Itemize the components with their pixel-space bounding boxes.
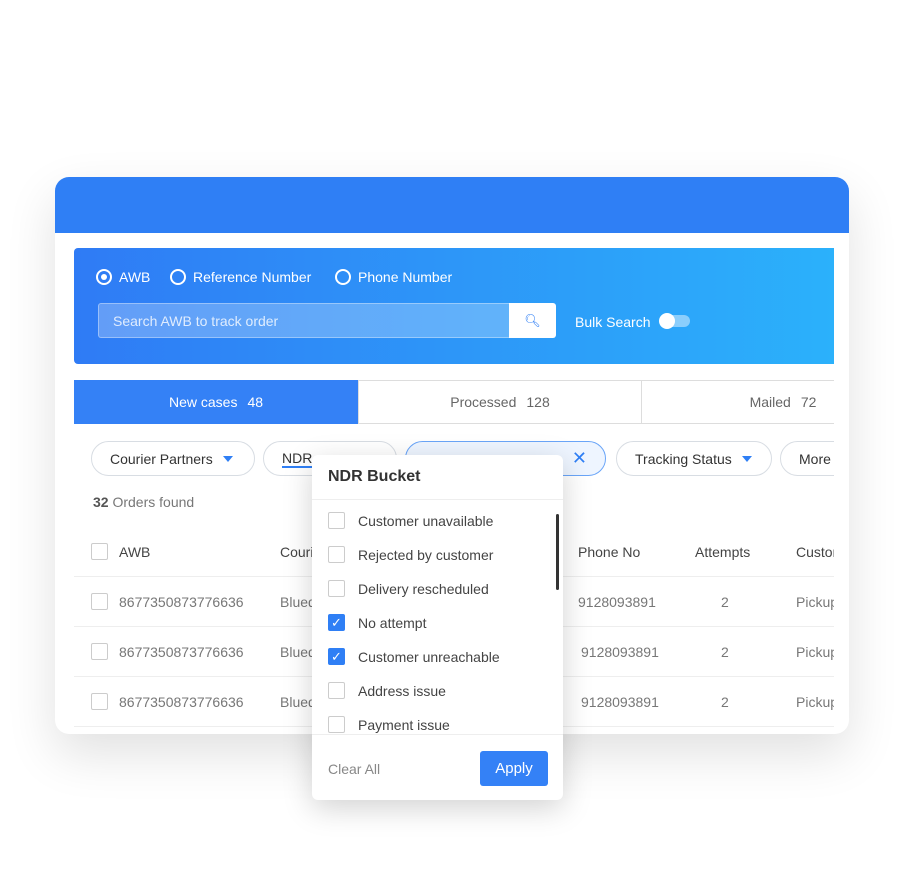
checkbox[interactable] [328, 546, 345, 563]
row-checkbox[interactable] [91, 693, 108, 710]
search-button[interactable]: 🔍︎ [509, 303, 556, 338]
option-label: Address issue [358, 682, 446, 699]
bulk-search-label: Bulk Search [575, 314, 651, 330]
tab-label: Mailed [749, 394, 791, 410]
phone-cell: 9128093891 [581, 694, 659, 710]
orders-suffix: Orders found [112, 494, 195, 510]
scrollbar[interactable] [556, 514, 559, 590]
chevron-down-icon [222, 455, 233, 462]
row-checkbox[interactable] [91, 643, 108, 660]
tab-new-cases[interactable]: New cases 48 [74, 380, 358, 424]
awb-cell: 8677350873776636 [119, 694, 244, 710]
ndr-options-list: Customer unavailable Rejected by custome… [312, 499, 563, 735]
tab-label: New cases [168, 394, 238, 410]
header-band [55, 177, 849, 233]
option-label: Delivery rescheduled [358, 580, 489, 597]
tab-count: 72 [800, 394, 817, 410]
filter-label: Tracking Status [635, 450, 732, 467]
option-label: Rejected by customer [358, 546, 494, 563]
close-icon[interactable]: ✕ [572, 448, 587, 469]
column-header: AWB [119, 544, 151, 560]
chevron-down-icon [741, 455, 752, 462]
filter-label: NDR [282, 449, 313, 468]
radio-phone-number[interactable]: Phone Number [335, 269, 452, 285]
check-icon: ✓ [331, 648, 342, 664]
checkbox[interactable] [328, 580, 345, 597]
tab-label: Processed [450, 394, 517, 410]
tab-count: 48 [247, 394, 264, 410]
column-header: Phone No [578, 544, 641, 560]
filter-label: Courier Partners [110, 450, 213, 467]
checkbox[interactable] [328, 682, 345, 699]
search-panel: AWB Reference Number Phone Number Search… [74, 248, 834, 364]
ndr-bucket-dropdown: NDR Bucket Customer unavailable Rejected… [312, 455, 563, 800]
awb-cell: 8677350873776636 [119, 644, 244, 660]
radio-awb[interactable]: AWB [96, 269, 150, 285]
checkbox[interactable] [328, 512, 345, 529]
dropdown-title: NDR Bucket [328, 468, 421, 485]
search-input[interactable]: Search AWB to track order [98, 303, 510, 338]
search-icon: 🔍︎ [524, 312, 541, 328]
customer-cell: Pickup [796, 594, 834, 610]
phone-cell: 9128093891 [578, 594, 656, 610]
option-payment-issue[interactable]: Payment issue [328, 716, 450, 733]
courier-partners-filter[interactable]: Courier Partners [91, 441, 255, 476]
tracking-status-filter[interactable]: Tracking Status [616, 441, 772, 476]
bulk-search-toggle[interactable] [659, 313, 690, 329]
option-address-issue[interactable]: Address issue [328, 682, 446, 699]
attempts-cell: 2 [721, 694, 729, 710]
option-label: Customer unreachable [358, 648, 500, 665]
option-label: Payment issue [358, 716, 450, 733]
tab-count: 128 [526, 394, 550, 410]
tab-mailed[interactable]: Mailed 72 [641, 380, 834, 424]
option-rejected-by-customer[interactable]: Rejected by customer [328, 546, 493, 563]
awb-cell: 8677350873776636 [119, 594, 244, 610]
customer-cell: Pickup [796, 694, 834, 710]
radio-icon [96, 269, 112, 285]
customer-cell: Pickup [796, 644, 834, 660]
radio-reference-number[interactable]: Reference Number [170, 269, 311, 285]
clear-all-button[interactable]: Clear All [328, 761, 380, 777]
more-filter[interactable]: More [780, 441, 834, 476]
radio-label: AWB [119, 269, 151, 285]
column-header: Customer [796, 544, 834, 560]
radio-icon [335, 269, 351, 285]
option-customer-unavailable[interactable]: Customer unavailable [328, 512, 493, 529]
filter-label: More [799, 450, 831, 467]
attempts-cell: 2 [721, 594, 729, 610]
row-checkbox[interactable] [91, 593, 108, 610]
option-no-attempt[interactable]: ✓ No attempt [328, 614, 426, 631]
option-delivery-rescheduled[interactable]: Delivery rescheduled [328, 580, 489, 597]
option-customer-unreachable[interactable]: ✓ Customer unreachable [328, 648, 500, 665]
orders-count: 32 [93, 494, 109, 510]
checkbox-checked[interactable]: ✓ [328, 614, 345, 631]
radio-label: Phone Number [358, 269, 453, 285]
check-icon: ✓ [331, 614, 342, 630]
orders-found: 32 Orders found [93, 494, 194, 510]
radio-icon [170, 269, 186, 285]
attempts-cell: 2 [721, 644, 729, 660]
column-header: Attempts [695, 544, 751, 560]
phone-cell: 9128093891 [581, 644, 659, 660]
option-label: No attempt [358, 614, 427, 631]
apply-button[interactable]: Apply [480, 751, 548, 786]
radio-label: Reference Number [193, 269, 312, 285]
checkbox[interactable] [328, 716, 345, 733]
checkbox-checked[interactable]: ✓ [328, 648, 345, 665]
select-all-checkbox[interactable] [91, 543, 108, 560]
option-label: Customer unavailable [358, 512, 494, 529]
tab-processed[interactable]: Processed 128 [358, 380, 642, 424]
